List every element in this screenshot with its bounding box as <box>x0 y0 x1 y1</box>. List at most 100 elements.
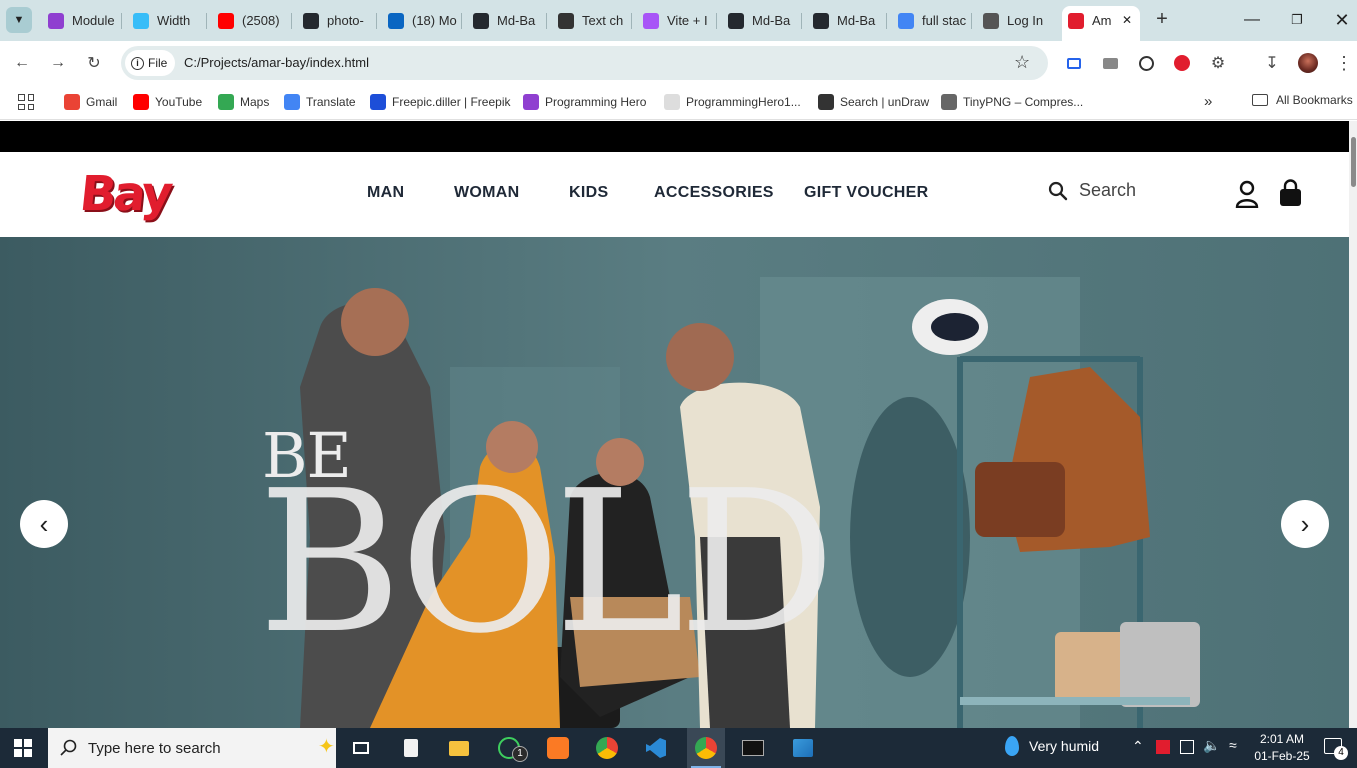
browser-tab[interactable]: full stac <box>892 6 972 35</box>
tab-label: Text ch <box>582 13 624 28</box>
start-button[interactable] <box>8 734 38 762</box>
browser-tab[interactable]: Width <box>127 6 207 35</box>
close-window-button[interactable]: ✕ <box>1330 8 1354 32</box>
browser-tab[interactable]: (2508) <box>212 6 292 35</box>
profile-avatar[interactable] <box>1296 51 1320 75</box>
tab-label: Md-Ba <box>837 13 876 28</box>
apps-grid-icon[interactable] <box>18 94 34 110</box>
user-icon[interactable] <box>1235 180 1259 208</box>
tab-label: (2508) <box>242 13 280 28</box>
acrobat-tray-icon[interactable] <box>1156 740 1170 754</box>
download-extension-icon[interactable] <box>1134 51 1158 75</box>
address-bar[interactable]: i File C:/Projects/amar-bay/index.html ☆ <box>121 46 1048 80</box>
browser-tab[interactable]: Md-Ba <box>467 6 547 35</box>
close-tab-icon[interactable]: ✕ <box>1122 13 1132 27</box>
menu-icon[interactable]: ⋮ <box>1332 51 1356 75</box>
announcement-bar <box>0 121 1349 152</box>
clock[interactable]: 2:01 AM 01-Feb-25 <box>1252 731 1312 765</box>
bookmark-item[interactable]: Gmail <box>64 93 117 111</box>
browser-tab[interactable]: Log In <box>977 6 1057 35</box>
bookmark-item[interactable]: Freepic.diller | Freepik <box>370 93 511 111</box>
browser-tab[interactable]: (18) Mo <box>382 6 462 35</box>
all-bookmarks-label: All Bookmarks <box>1276 93 1353 107</box>
folder-icon <box>1252 94 1268 106</box>
bookmark-favicon-icon <box>523 94 539 110</box>
windows-taskbar: Type here to search ✦ 1 Very humid ⌃ 🔈 ≈… <box>0 728 1357 768</box>
taskbar-search-placeholder: Type here to search <box>88 739 221 757</box>
back-button[interactable]: ← <box>10 51 34 75</box>
site-logo[interactable]: Bay <box>77 166 173 222</box>
bookmark-item[interactable]: ProgrammingHero1... <box>664 93 801 111</box>
shopping-bag-icon[interactable] <box>1279 179 1302 207</box>
tab-separator <box>631 13 632 29</box>
vscode-icon[interactable] <box>641 734 671 762</box>
downloads-icon[interactable]: ↧ <box>1260 51 1284 75</box>
file-explorer-icon[interactable] <box>444 734 474 762</box>
bookmark-item[interactable]: Programming Hero <box>523 93 646 111</box>
tab-favicon-icon <box>218 12 234 29</box>
xampp-icon[interactable] <box>543 734 573 762</box>
opera-extension-icon[interactable] <box>1170 51 1194 75</box>
page-scrollbar[interactable] <box>1349 121 1357 728</box>
bookmark-item[interactable]: YouTube <box>133 93 202 111</box>
tray-chevron-up-icon[interactable]: ⌃ <box>1132 738 1144 755</box>
bookmark-favicon-icon <box>284 94 300 110</box>
chrome-active-icon[interactable] <box>687 728 725 768</box>
bookmark-item[interactable]: Search | unDraw <box>818 93 929 111</box>
tab-label: Vite + I <box>667 13 708 28</box>
extension-screen-icon[interactable] <box>1062 51 1086 75</box>
scrollbar-thumb[interactable] <box>1351 137 1356 187</box>
browser-tab[interactable]: Md-Ba <box>722 6 802 35</box>
browser-tab[interactable]: Text ch <box>552 6 632 35</box>
whatsapp-icon[interactable]: 1 <box>494 734 528 762</box>
notepad-icon[interactable] <box>396 734 426 762</box>
browser-tab[interactable]: Module <box>42 6 122 35</box>
browser-tab[interactable]: Vite + I <box>637 6 717 35</box>
url-text[interactable]: C:/Projects/amar-bay/index.html <box>184 55 369 70</box>
puzzle-extensions-icon[interactable]: ⚙ <box>1206 51 1230 75</box>
bookmark-item[interactable]: Maps <box>218 93 269 111</box>
nav-man[interactable]: MAN <box>367 184 404 202</box>
tab-search-button[interactable]: ▼ <box>6 7 32 33</box>
more-bookmarks-chevron[interactable]: » <box>1204 93 1212 110</box>
speaker-icon[interactable]: 🔈 <box>1203 737 1220 754</box>
all-bookmarks-folder[interactable]: All Bookmarks <box>1252 93 1353 107</box>
chevron-right-icon: › <box>1300 508 1310 539</box>
next-slide-button[interactable]: › <box>1281 500 1329 548</box>
reload-button[interactable]: ↻ <box>82 51 106 75</box>
network-tray-icon[interactable] <box>1180 740 1194 754</box>
photos-icon[interactable] <box>788 734 818 762</box>
nav-woman[interactable]: WOMAN <box>454 184 519 202</box>
bookmark-item[interactable]: TinyPNG – Compres... <box>941 93 1083 111</box>
whatsapp-badge: 1 <box>512 746 528 762</box>
taskbar-search-box[interactable]: Type here to search ✦ <box>48 728 336 768</box>
tab-label: (18) Mo <box>412 13 457 28</box>
nav-accessories[interactable]: ACCESSORIES <box>654 184 774 202</box>
browser-tab[interactable]: Am ✕ <box>1062 6 1140 41</box>
site-info-chip[interactable]: i File <box>125 50 175 76</box>
bookmark-favicon-icon <box>664 94 680 110</box>
notification-center-icon[interactable]: 4 <box>1324 738 1348 760</box>
star-icon[interactable]: ☆ <box>1014 52 1030 73</box>
bookmark-item[interactable]: Translate <box>284 93 356 111</box>
task-view-icon[interactable] <box>346 734 376 762</box>
tab-favicon-icon <box>983 12 999 29</box>
wifi-icon[interactable]: ≈ <box>1229 737 1237 753</box>
camera-icon[interactable] <box>1098 51 1122 75</box>
bookmark-label: Maps <box>240 95 270 109</box>
info-icon: i <box>131 56 144 70</box>
browser-tab[interactable]: Md-Ba <box>807 6 887 35</box>
new-tab-button[interactable]: + <box>1150 8 1174 32</box>
nav-kids[interactable]: KIDS <box>569 184 608 202</box>
nav-gift-voucher[interactable]: GIFT VOUCHER <box>804 184 929 202</box>
minimize-button[interactable]: — <box>1240 8 1264 32</box>
weather-widget[interactable]: Very humid <box>1005 736 1099 756</box>
browser-tab[interactable]: photo- <box>297 6 377 35</box>
restore-button[interactable]: ❐ <box>1285 8 1309 32</box>
water-drop-icon <box>1005 736 1019 756</box>
site-search[interactable]: Search <box>1048 180 1136 201</box>
terminal-icon[interactable] <box>738 734 768 762</box>
forward-button[interactable]: → <box>46 51 70 75</box>
prev-slide-button[interactable]: ‹ <box>20 500 68 548</box>
chrome-icon[interactable] <box>592 734 622 762</box>
